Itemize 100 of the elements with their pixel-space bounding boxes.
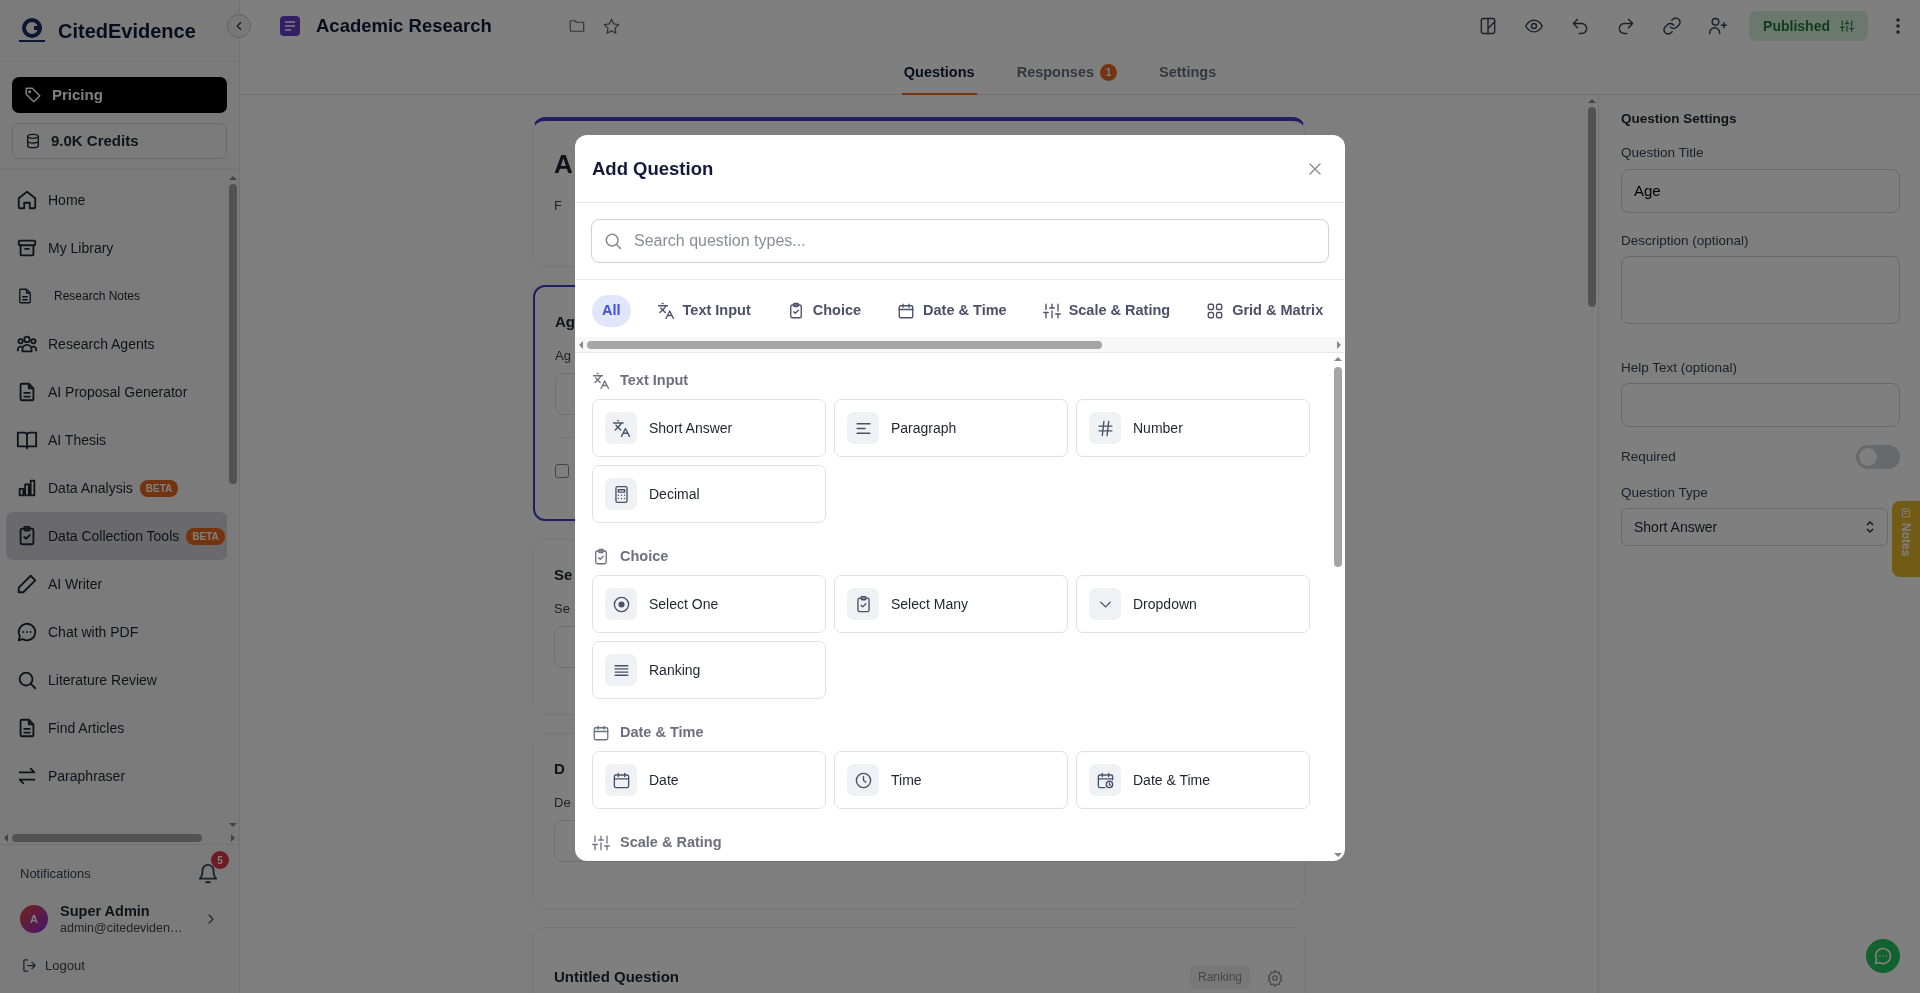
scrollbar[interactable] <box>1588 107 1596 307</box>
type-select[interactable]: Short Answer <box>1621 508 1888 547</box>
database-icon <box>25 133 41 149</box>
published-button[interactable]: Published <box>1749 11 1868 41</box>
sidebar-item[interactable]: AI Writer <box>6 560 227 608</box>
question-title: Untitled Question <box>554 966 680 987</box>
beta-badge: BETA <box>186 527 225 545</box>
question-title: D <box>554 759 565 779</box>
description-field[interactable] <box>1621 255 1900 324</box>
field-label: Required <box>1621 447 1676 466</box>
clipboard-check-icon <box>592 548 610 566</box>
required-toggle[interactable] <box>1856 445 1900 469</box>
question-title: Ag <box>555 312 575 332</box>
filter-chip[interactable]: Text Input <box>646 295 761 327</box>
star-icon <box>601 16 621 36</box>
search-icon <box>603 231 623 251</box>
question-type-option[interactable]: Date & Time <box>1076 751 1310 809</box>
collapse-button[interactable] <box>227 14 251 38</box>
pricing-button[interactable]: Pricing <box>12 77 227 113</box>
scrollbar[interactable] <box>587 340 1102 349</box>
panel-title: Question Settings <box>1621 110 1738 128</box>
sliders-icon <box>1840 19 1854 33</box>
checkbox[interactable] <box>555 464 569 478</box>
sidebar-item[interactable]: Home <box>6 176 227 224</box>
calendar-icon <box>592 724 610 742</box>
section-heading: Choice <box>592 543 1314 571</box>
question-type-option[interactable]: Short Answer <box>592 399 826 457</box>
sidebar-item[interactable]: Data Analysis BETA <box>6 464 227 512</box>
scrollbar[interactable] <box>229 184 237 484</box>
more-button[interactable] <box>1896 18 1900 34</box>
sidebar-item[interactable]: Research Agents <box>6 320 227 368</box>
beta-badge: BETA <box>139 479 179 497</box>
home-icon <box>16 189 38 211</box>
document-title: Academic Research <box>316 14 492 39</box>
chat-bubble-icon <box>16 621 38 643</box>
sidebar-item[interactable]: Chat with PDF <box>6 608 227 656</box>
question-type-option[interactable]: Dropdown <box>1076 575 1310 633</box>
question-type-option[interactable]: Date <box>592 751 826 809</box>
settings-icon <box>1266 968 1284 987</box>
question-type-option[interactable]: Decimal <box>592 465 826 523</box>
add-user-button[interactable] <box>1708 16 1729 36</box>
bell-icon <box>197 863 219 886</box>
logout-link[interactable]: Logout <box>0 943 239 993</box>
scrollbar[interactable] <box>1334 367 1342 567</box>
calendar-icon <box>897 302 916 320</box>
sidebar-item[interactable]: Find Articles <box>6 704 227 752</box>
grid-icon <box>1206 302 1225 320</box>
avatar: A <box>20 905 48 934</box>
scrollbar[interactable] <box>12 833 202 842</box>
field-label: Question Type <box>1621 484 1709 502</box>
sidebar-item[interactable]: Paraphraser <box>6 752 227 800</box>
credits-button[interactable]: 9.0K Credits <box>12 123 227 159</box>
section-heading: Text Input <box>592 367 1314 395</box>
question-type-option[interactable]: Time <box>834 751 1068 809</box>
help-text-field[interactable] <box>1621 383 1900 427</box>
sliders-icon <box>1042 302 1061 320</box>
sidebar-item[interactable]: Literature Review <box>6 656 227 704</box>
field-label: Description (optional) <box>1621 231 1750 250</box>
tab[interactable]: Responses 1 <box>1014 52 1120 95</box>
link-button[interactable] <box>1662 16 1683 36</box>
calendar-icon <box>611 770 631 790</box>
updown-icon <box>1865 520 1875 535</box>
tag-icon <box>24 86 42 104</box>
filter-chip[interactable]: Date & Time <box>887 295 1017 327</box>
filter-chip[interactable]: Scale & Rating <box>1032 295 1181 327</box>
calendar-clock-icon <box>1095 770 1115 790</box>
translate-icon <box>592 372 610 390</box>
question-type-option[interactable]: Select One <box>592 575 826 633</box>
title-input[interactable]: Age <box>1621 168 1900 213</box>
field-label: De <box>554 793 571 812</box>
document-icon <box>16 287 34 305</box>
chat-bubble-icon <box>1873 946 1893 966</box>
sidebar-item[interactable]: AI Thesis <box>6 416 227 464</box>
sidebar-item[interactable]: Research Notes <box>6 272 227 320</box>
question-type-option[interactable]: Paragraph <box>834 399 1068 457</box>
sidebar-item[interactable]: Data Collection Tools BETA <box>6 512 227 560</box>
sidebar-item[interactable]: AI Proposal Generator <box>6 368 227 416</box>
document-icon <box>280 16 300 36</box>
swap-arrows-icon <box>16 765 38 787</box>
filter-chip[interactable]: Grid & Matrix <box>1196 295 1334 327</box>
notification-count: 5 <box>211 851 229 870</box>
user-name: Super Admin <box>60 903 151 921</box>
question-type-option[interactable]: Number <box>1076 399 1310 457</box>
sidebar-item[interactable]: My Library <box>6 224 227 272</box>
brand-name: CitedEvidence <box>58 18 196 44</box>
section-heading: Scale & Rating <box>592 829 1314 857</box>
section-heading: Date & Time <box>592 719 1314 747</box>
question-type-option[interactable]: Ranking <box>592 641 826 699</box>
book-icon <box>16 429 38 451</box>
search-field[interactable]: Search question types... <box>591 219 1329 263</box>
tab[interactable]: Settings <box>1157 52 1219 95</box>
notifications-label: Notifications <box>20 865 91 884</box>
translate-icon <box>656 302 675 320</box>
chat-button[interactable] <box>1866 939 1900 973</box>
filter-chip[interactable]: Choice <box>776 295 872 327</box>
count-badge: 1 <box>1100 64 1118 81</box>
field-label: Question Title <box>1621 144 1705 163</box>
question-type-option[interactable]: Select Many <box>834 575 1068 633</box>
radio-icon <box>611 594 631 614</box>
filter-chip[interactable]: All <box>592 295 631 327</box>
